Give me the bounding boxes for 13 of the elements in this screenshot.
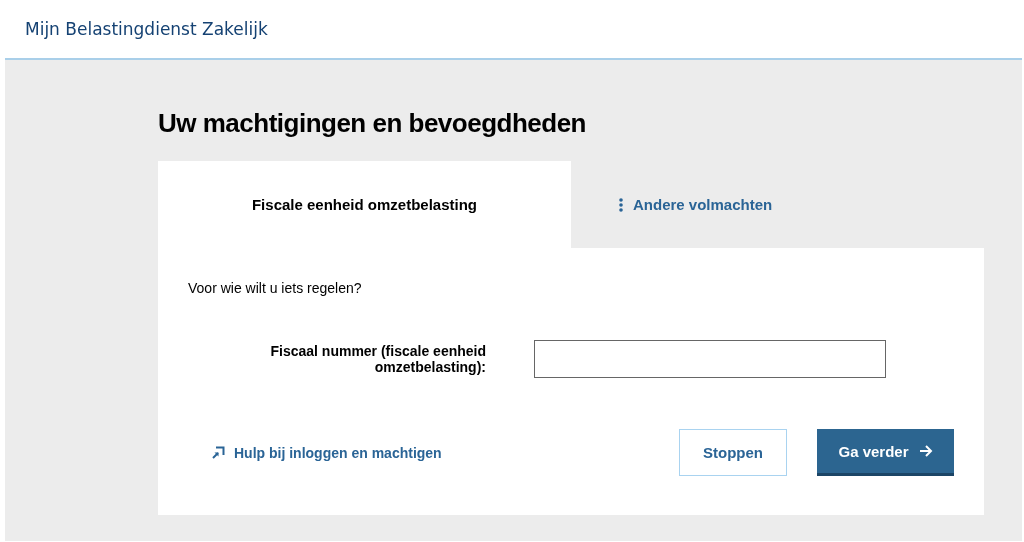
site-title: Mijn Belastingdienst Zakelijk	[25, 19, 268, 39]
stop-button[interactable]: Stoppen	[679, 429, 787, 476]
field-label: Fiscaal nummer (fiscale eenheid omzetbelasting):	[269, 343, 487, 375]
arrow-right-icon	[918, 445, 933, 457]
question-text: Voor wie wilt u iets regelen?	[188, 279, 363, 296]
help-link[interactable]: Hulp bij inloggen en machtigen	[212, 444, 442, 461]
page-title: Uw machtigingen en bevoegdheden	[158, 108, 587, 139]
continue-button[interactable]: Ga verder	[817, 429, 954, 476]
input-field[interactable]	[534, 340, 886, 378]
tab[interactable]: Andere volmachten	[571, 161, 984, 248]
tab[interactable]: Fiscale eenheid omzetbelasting	[158, 161, 571, 248]
more-icon	[619, 197, 623, 212]
external-link-icon	[212, 446, 225, 459]
